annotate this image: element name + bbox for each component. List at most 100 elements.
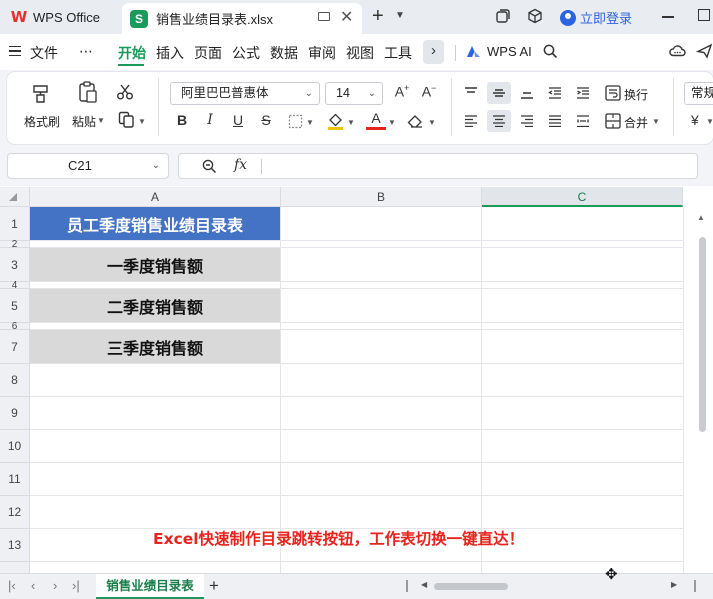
wps-ai-button[interactable]: WPS AI	[466, 44, 532, 59]
format-painter-label[interactable]: 格式刷	[24, 113, 60, 130]
align-middle-button[interactable]	[487, 82, 511, 104]
minimize-icon[interactable]	[662, 16, 674, 18]
menu-review[interactable]: 审阅	[308, 43, 336, 63]
scissors-icon[interactable]	[116, 83, 134, 101]
merge-cells-label[interactable]: 合并	[624, 114, 648, 131]
currency-icon[interactable]: ¥	[691, 112, 699, 128]
menu-formula[interactable]: 公式	[232, 43, 260, 63]
border-icon[interactable]	[288, 114, 303, 129]
formula-bar[interactable]: fx	[178, 153, 698, 179]
hamburger-icon[interactable]	[9, 46, 21, 56]
number-format-select[interactable]: 常规	[684, 82, 713, 105]
chevron-down-icon[interactable]: ▼	[395, 10, 405, 21]
increase-font-icon[interactable]: A+	[392, 83, 412, 100]
select-all-corner[interactable]	[0, 187, 30, 207]
chevron-down-icon[interactable]: ⌄	[152, 154, 160, 178]
prev-sheet-icon[interactable]: ‹	[31, 578, 35, 593]
scroll-left-icon[interactable]: ◀	[421, 580, 427, 589]
window-restore-icon[interactable]	[495, 8, 511, 24]
row-header-9[interactable]: 9	[0, 397, 30, 430]
align-bottom-button[interactable]	[515, 82, 539, 104]
menu-tools[interactable]: 工具	[384, 43, 412, 63]
first-sheet-icon[interactable]: |‹	[8, 578, 16, 593]
decrease-indent-button[interactable]	[543, 82, 567, 104]
row-header-7[interactable]: 7	[0, 330, 30, 364]
fill-color-icon[interactable]	[327, 112, 344, 131]
row-header-1[interactable]: 1	[0, 207, 30, 241]
paste-icon[interactable]	[76, 80, 100, 104]
row-header-2[interactable]: 2	[0, 239, 30, 250]
menu-view[interactable]: 视图	[346, 43, 374, 63]
merge-dropdown-icon[interactable]: ▼	[652, 117, 660, 126]
window-mode-icon[interactable]	[318, 12, 330, 21]
row-header-6[interactable]: 6	[0, 321, 30, 332]
name-box[interactable]: C21 ⌄	[7, 153, 169, 179]
currency-dropdown-icon[interactable]: ▼	[706, 117, 713, 126]
paste-label[interactable]: 粘贴	[72, 113, 96, 130]
search-icon[interactable]	[543, 44, 558, 59]
wrap-text-label[interactable]: 换行	[624, 86, 648, 103]
copy-icon[interactable]	[118, 111, 135, 128]
last-sheet-icon[interactable]: ›|	[72, 578, 80, 593]
strikethrough-icon[interactable]: S	[256, 112, 276, 128]
merge-cells-icon[interactable]	[605, 113, 621, 129]
row-header-5[interactable]: 5	[0, 289, 30, 323]
home-tab[interactable]: W WPS Office	[0, 3, 118, 31]
zoom-icon[interactable]	[202, 159, 217, 174]
row-header-13[interactable]: 13	[0, 529, 30, 562]
vertical-scrollbar[interactable]: ▲	[683, 207, 713, 573]
scroll-split-handle[interactable]	[694, 580, 696, 592]
menu-more[interactable]: ⋯	[79, 43, 93, 60]
format-painter-icon[interactable]	[31, 82, 53, 104]
decrease-font-icon[interactable]: A−	[419, 83, 439, 100]
cloud-sync-icon[interactable]	[669, 43, 686, 59]
close-tab-icon[interactable]: ✕	[340, 7, 353, 27]
align-center-button[interactable]	[487, 110, 511, 132]
share-icon[interactable]	[696, 43, 713, 59]
font-color-dropdown-icon[interactable]: ▼	[388, 118, 396, 127]
cube-icon[interactable]	[527, 8, 543, 24]
copy-dropdown-icon[interactable]: ▼	[138, 117, 146, 126]
document-tab[interactable]: S 销售业绩目录表.xlsx ✕	[122, 3, 362, 34]
align-top-button[interactable]	[459, 82, 483, 104]
add-sheet-button[interactable]: +	[209, 576, 219, 596]
align-left-button[interactable]	[459, 110, 483, 132]
scroll-split-handle[interactable]	[406, 580, 408, 592]
cell-a5[interactable]: 二季度销售额	[30, 289, 280, 322]
vertical-scroll-thumb[interactable]	[699, 237, 706, 432]
fill-dropdown-icon[interactable]: ▼	[347, 118, 355, 127]
row-header-10[interactable]: 10	[0, 430, 30, 463]
row-header-4[interactable]: 4	[0, 280, 30, 291]
eraser-dropdown-icon[interactable]: ▼	[428, 118, 436, 127]
cell-a3[interactable]: 一季度销售额	[30, 248, 280, 281]
column-header-a[interactable]: A	[30, 187, 281, 207]
row-header-14[interactable]	[0, 562, 30, 573]
menu-file[interactable]: 文件	[30, 43, 58, 63]
font-size-select[interactable]: 14 ⌄	[325, 82, 383, 105]
column-header-b[interactable]: B	[281, 187, 482, 207]
align-right-button[interactable]	[515, 110, 539, 132]
menu-insert[interactable]: 插入	[156, 43, 184, 63]
horizontal-scroll-thumb[interactable]	[434, 583, 508, 590]
new-tab-button[interactable]: +	[372, 5, 384, 28]
row-header-11[interactable]: 11	[0, 463, 30, 496]
eraser-icon[interactable]	[407, 114, 424, 129]
justify-button[interactable]	[543, 110, 567, 132]
row-header-3[interactable]: 3	[0, 248, 30, 282]
chevron-right-icon[interactable]: ›	[423, 40, 444, 64]
underline-icon[interactable]: U	[228, 112, 248, 128]
bold-icon[interactable]: B	[172, 112, 192, 128]
increase-indent-button[interactable]	[571, 82, 595, 104]
row-header-12[interactable]: 12	[0, 496, 30, 529]
italic-icon[interactable]: I	[200, 112, 220, 128]
row-header-8[interactable]: 8	[0, 364, 30, 397]
font-name-select[interactable]: 阿里巴巴普惠体 ⌄	[170, 82, 320, 105]
wrap-text-icon[interactable]	[605, 85, 621, 101]
spreadsheet-grid[interactable]: A B C 1 2 3 4 5 6 7 8 9 10 11 12 13 员工季度…	[0, 187, 713, 573]
paste-dropdown-icon[interactable]: ▼	[97, 116, 105, 125]
cell-a1[interactable]: 员工季度销售业绩目录表	[30, 207, 280, 240]
maximize-icon[interactable]	[698, 9, 710, 21]
function-icon[interactable]: fx	[234, 157, 247, 173]
cell-a7[interactable]: 三季度销售额	[30, 330, 280, 363]
distributed-button[interactable]	[571, 110, 595, 132]
